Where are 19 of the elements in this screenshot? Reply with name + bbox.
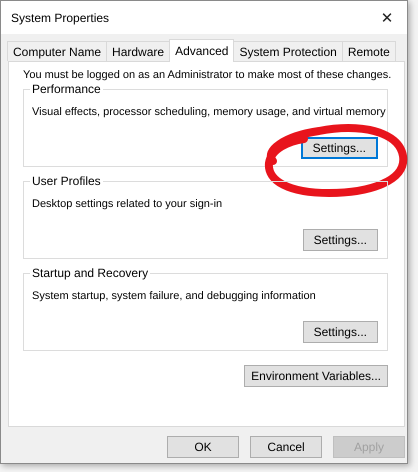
group-description: System startup, system failure, and debugging information xyxy=(32,290,316,302)
window-title: System Properties xyxy=(11,10,110,24)
close-button[interactable]: ✕ xyxy=(367,1,407,34)
dialog-button[interactable]: Cancel xyxy=(250,436,322,458)
tab[interactable]: Advanced xyxy=(169,39,234,62)
tab[interactable]: System Protection xyxy=(233,41,343,61)
tab[interactable]: Remote xyxy=(342,41,396,61)
settings-button[interactable]: Settings... xyxy=(302,229,378,251)
notice-text: You must be logged on as an Administrator to make most of these changes. xyxy=(23,69,392,81)
environment-variables-button[interactable]: Environment Variables... xyxy=(244,365,388,387)
settings-button[interactable]: Settings... xyxy=(302,321,378,343)
group-title: Performance xyxy=(30,82,103,96)
settings-button[interactable]: Settings... xyxy=(300,137,378,159)
group-title: Startup and Recovery xyxy=(30,266,150,280)
group-description: Desktop settings related to your sign-in xyxy=(32,198,222,210)
group-title: User Profiles xyxy=(30,174,103,188)
dialog-button[interactable]: OK xyxy=(167,436,239,458)
tab[interactable]: Computer Name xyxy=(7,41,108,61)
group-description: Visual effects, processor scheduling, memory usage, and virtual memory xyxy=(32,106,386,118)
